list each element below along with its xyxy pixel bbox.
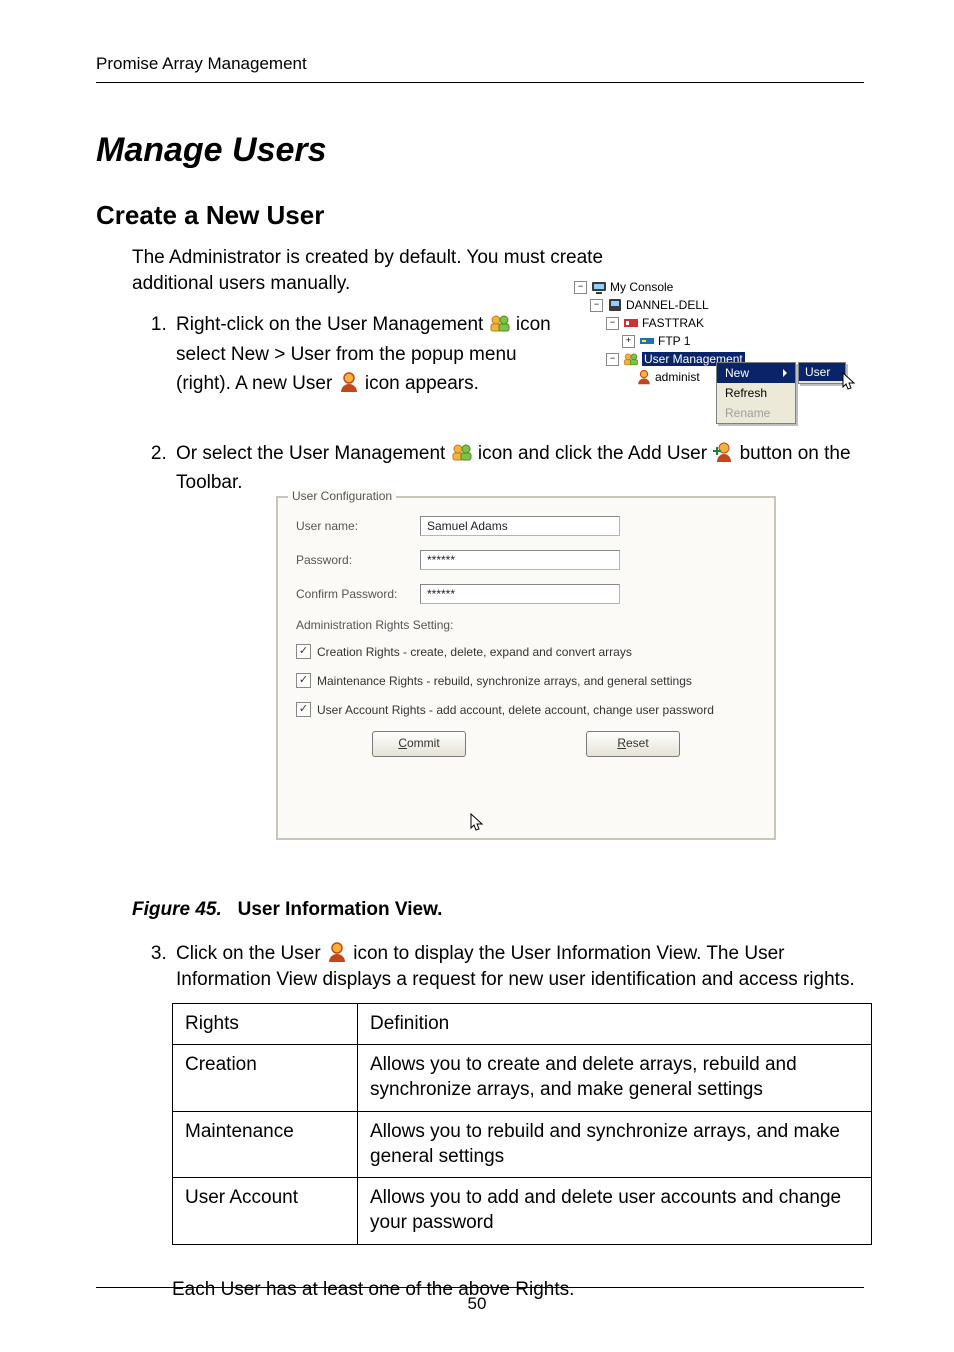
table-header-definition: Definition <box>358 1003 872 1045</box>
step-3: Click on the User icon to display the Us… <box>172 941 864 992</box>
tree-node-root: My Console <box>610 280 673 294</box>
figure-number: Figure 45. <box>132 899 222 920</box>
tree-node-controller: FASTTRAK <box>642 316 704 330</box>
checkbox-icon: ✓ <box>296 702 311 717</box>
user-icon <box>636 369 652 385</box>
menu-item-user: User <box>799 363 845 381</box>
commit-button: Commit <box>372 731 466 757</box>
username-field: Samuel Adams <box>420 516 620 536</box>
user-management-icon <box>451 441 473 463</box>
user-management-icon <box>489 312 511 334</box>
expander-icon: − <box>574 281 587 294</box>
password-label: Password: <box>296 553 420 567</box>
context-submenu: User <box>798 362 846 384</box>
button-label: ommit <box>407 736 440 750</box>
page-title-h1: Manage Users <box>96 131 864 170</box>
checkbox-label: User Account Rights - add account, delet… <box>317 703 714 717</box>
user-icon <box>326 941 348 963</box>
table-row: User Account Allows you to add and delet… <box>173 1178 872 1244</box>
user-config-dialog-screenshot: User Configuration User name: Samuel Ada… <box>276 496 776 840</box>
menu-item-new: New <box>717 363 795 383</box>
table-header-rights: Rights <box>173 1003 358 1045</box>
figure-title: User Information View. <box>238 899 443 920</box>
console-icon <box>591 279 607 295</box>
host-icon <box>607 297 623 313</box>
figure-caption: Figure 45. User Information View. <box>132 899 864 921</box>
username-label: User name: <box>296 519 420 533</box>
checkbox-icon: ✓ <box>296 673 311 688</box>
creation-rights-checkbox: ✓ Creation Rights - create, delete, expa… <box>296 644 774 659</box>
rights-table: Rights Definition Creation Allows you to… <box>172 1003 872 1245</box>
checkbox-label: Creation Rights - create, delete, expand… <box>317 645 632 659</box>
menu-item-label: New <box>725 366 749 380</box>
cell: Allows you to create and delete arrays, … <box>358 1045 872 1111</box>
cell: Creation <box>173 1045 358 1111</box>
channel-icon <box>639 333 655 349</box>
tree-screenshot: −My Console −DANNEL-DELL −FASTTRAK +FTP … <box>574 278 745 386</box>
cursor-icon <box>842 372 856 390</box>
tree-node-user: administ <box>655 370 700 384</box>
page-title-h2: Create a New User <box>96 200 864 231</box>
step-2-text-b: icon and click the Add User <box>478 443 712 464</box>
expander-icon: + <box>622 335 635 348</box>
table-row: Maintenance Allows you to rebuild and sy… <box>173 1111 872 1177</box>
submenu-arrow-icon <box>783 369 787 377</box>
step-1: Right-click on the User Management icon … <box>172 310 576 398</box>
tree-node-channel: FTP 1 <box>658 334 690 348</box>
step-1-text-a: Right-click on the User Management <box>176 314 489 335</box>
menu-item-refresh: Refresh <box>717 383 795 403</box>
menu-item-rename: Rename <box>717 403 795 423</box>
reset-button: Reset <box>586 731 680 757</box>
groupbox-label: User Configuration <box>288 489 396 503</box>
controller-icon <box>623 315 639 331</box>
expander-icon: − <box>590 299 603 312</box>
expander-icon: − <box>606 317 619 330</box>
footer-rule <box>96 1287 864 1288</box>
step-2-text-a: Or select the User Management <box>176 443 451 464</box>
user-account-rights-checkbox: ✓ User Account Rights - add account, del… <box>296 702 774 717</box>
confirm-password-field: ****** <box>420 584 620 604</box>
cell: User Account <box>173 1178 358 1244</box>
cell: Maintenance <box>173 1111 358 1177</box>
cell: Allows you to rebuild and synchronize ar… <box>358 1111 872 1177</box>
step-1-text-c: icon appears. <box>365 373 479 394</box>
cell: Allows you to add and delete user accoun… <box>358 1178 872 1244</box>
page-number: 50 <box>0 1294 954 1314</box>
confirm-password-label: Confirm Password: <box>296 587 420 601</box>
expander-icon: − <box>606 353 619 366</box>
cursor-icon <box>470 813 484 836</box>
context-menu: New Refresh Rename <box>716 362 796 424</box>
user-management-icon <box>623 351 639 367</box>
user-icon <box>338 371 360 393</box>
table-row: Creation Allows you to create and delete… <box>173 1045 872 1111</box>
running-header: Promise Array Management <box>96 54 864 83</box>
password-field: ****** <box>420 550 620 570</box>
checkbox-label: Maintenance Rights - rebuild, synchroniz… <box>317 674 692 688</box>
checkbox-icon: ✓ <box>296 644 311 659</box>
step-2: Or select the User Management icon and c… <box>172 439 864 498</box>
tree-node-host: DANNEL-DELL <box>626 298 709 312</box>
add-user-icon <box>712 441 734 463</box>
rights-section-header: Administration Rights Setting: <box>296 618 774 632</box>
button-label: eset <box>626 736 649 750</box>
maintenance-rights-checkbox: ✓ Maintenance Rights - rebuild, synchron… <box>296 673 774 688</box>
